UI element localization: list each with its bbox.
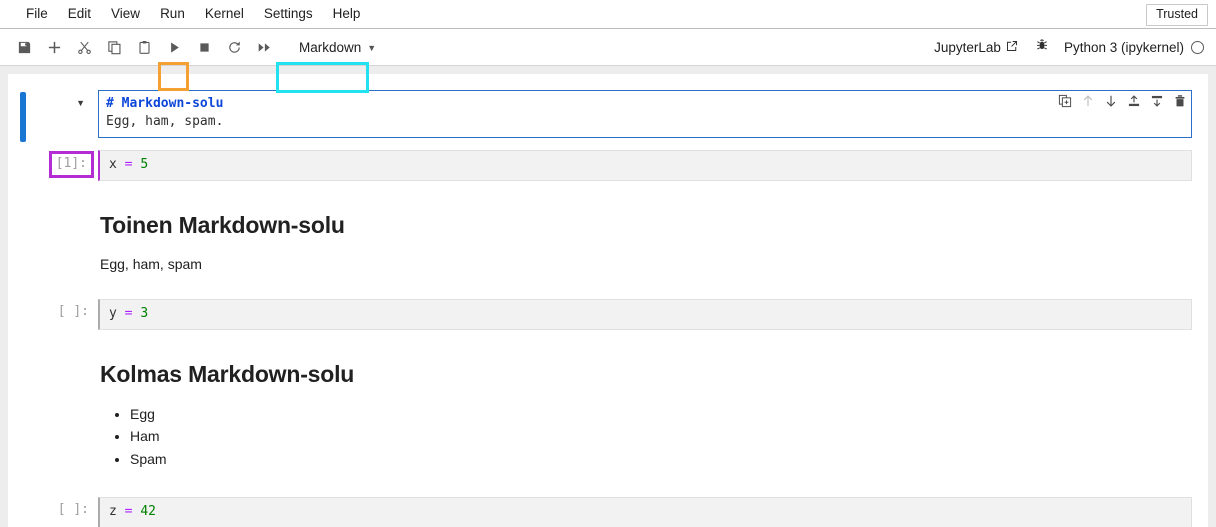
code-cell[interactable]: [ ]: y = 3: [8, 297, 1208, 332]
execution-count-prompt: [ ]:: [57, 303, 89, 319]
cut-button[interactable]: [70, 34, 98, 60]
copy-icon: [107, 40, 122, 55]
markdown-cell-editing[interactable]: ▼ # Markdown-solu Egg, ham, spam.: [8, 88, 1208, 142]
markdown-paragraph: Egg, ham, spam: [100, 255, 202, 272]
markdown-heading: Toinen Markdown-solu: [100, 212, 345, 238]
move-cell-down-icon[interactable]: [1104, 94, 1118, 108]
code-input-area[interactable]: x = 5: [98, 150, 1192, 181]
code-token-variable: y: [109, 305, 117, 321]
menu-item-file[interactable]: File: [16, 0, 58, 28]
cell-gutter: [1]:: [8, 150, 98, 181]
execution-count-prompt: [ ]:: [57, 501, 89, 517]
notebook-area: ▼ # Markdown-solu Egg, ham, spam. [1]: x…: [0, 66, 1216, 527]
code-cell[interactable]: [1]: x = 5: [8, 148, 1208, 183]
chevron-down-icon[interactable]: ▼: [76, 99, 85, 108]
code-input-area[interactable]: y = 3: [98, 298, 1192, 330]
cell-toolbar: [1058, 94, 1187, 108]
active-cell-indicator: [20, 92, 26, 142]
markdown-cell-rendered[interactable]: Kolmas Markdown-solu Egg Ham Spam: [8, 344, 1208, 481]
code-token-variable: x: [109, 157, 117, 172]
delete-cell-icon[interactable]: [1173, 94, 1187, 108]
fast-forward-icon: [257, 40, 272, 55]
square-icon: [197, 40, 212, 55]
code-cell[interactable]: [ ]: z = 42: [8, 495, 1208, 527]
stop-button[interactable]: [190, 34, 218, 60]
markdown-cell-rendered[interactable]: Toinen Markdown-solu Egg, ham, spam: [8, 195, 1208, 285]
list-item: Egg: [130, 403, 1192, 426]
trusted-badge[interactable]: Trusted: [1146, 4, 1208, 26]
kernel-idle-circle[interactable]: [1191, 40, 1204, 54]
menu-item-view[interactable]: View: [101, 0, 150, 28]
toolbar-right-group: JupyterLab Python 3 (ipykernel): [928, 38, 1206, 57]
menu-item-edit[interactable]: Edit: [58, 0, 101, 28]
cell-list: ▼ # Markdown-solu Egg, ham, spam. [1]: x…: [8, 74, 1208, 527]
scissors-icon: [77, 40, 92, 55]
copy-button[interactable]: [100, 34, 128, 60]
menu-item-help[interactable]: Help: [323, 0, 371, 28]
cell-type-dropdown[interactable]: Markdown ▼: [291, 34, 383, 60]
cell-gutter: [ ]:: [8, 497, 98, 527]
cell-gutter: [ ]:: [8, 299, 98, 330]
restart-button[interactable]: [220, 34, 248, 60]
bug-icon: [1035, 38, 1049, 57]
refresh-icon: [227, 40, 242, 55]
save-button[interactable]: [10, 34, 38, 60]
code-token-operator: =: [124, 305, 133, 321]
markdown-source-heading-line: # Markdown-solu: [106, 96, 224, 111]
code-token-number: 5: [140, 157, 149, 172]
list-item: Ham: [130, 425, 1192, 448]
markdown-source-editor[interactable]: # Markdown-solu Egg, ham, spam.: [98, 90, 1192, 138]
chevron-down-icon: ▼: [367, 42, 377, 53]
cell-type-value: Markdown: [299, 39, 362, 55]
clipboard-icon: [137, 40, 152, 55]
markdown-list: Egg Ham Spam: [100, 403, 1192, 471]
save-icon: [17, 40, 32, 55]
plus-icon: [47, 40, 62, 55]
insert-cell-below-icon[interactable]: [1150, 94, 1164, 108]
insert-cell-button[interactable]: [40, 34, 68, 60]
kernel-name-label[interactable]: Python 3 (ipykernel): [1060, 40, 1191, 55]
cell-gutter: [8, 346, 98, 479]
notebook-toolbar: Markdown ▼ JupyterLab Python 3 (ipykerne…: [0, 29, 1216, 93]
list-item: Spam: [130, 448, 1192, 471]
menu-item-run[interactable]: Run: [150, 0, 195, 28]
markdown-heading: Kolmas Markdown-solu: [100, 360, 355, 387]
code-token-number: 3: [140, 305, 149, 321]
menu-bar: File Edit View Run Kernel Settings Help …: [0, 0, 1216, 29]
notebook-panel: ▼ # Markdown-solu Egg, ham, spam. [1]: x…: [8, 74, 1208, 527]
code-token-number: 42: [140, 503, 156, 519]
duplicate-cell-icon[interactable]: [1058, 94, 1072, 108]
cell-gutter: [8, 197, 98, 283]
insert-cell-above-icon[interactable]: [1127, 94, 1141, 108]
jupyterlab-link[interactable]: JupyterLab: [928, 40, 1024, 55]
play-icon: [167, 40, 182, 55]
run-button[interactable]: [160, 34, 188, 60]
markdown-rendered-output: Toinen Markdown-solu Egg, ham, spam: [98, 197, 1192, 283]
restart-run-all-button[interactable]: [250, 34, 278, 60]
execution-count-prompt: [1]:: [48, 151, 94, 178]
markdown-rendered-output: Kolmas Markdown-solu Egg Ham Spam: [98, 346, 1192, 479]
move-cell-up-icon[interactable]: [1081, 94, 1095, 108]
code-token-operator: =: [124, 503, 133, 519]
markdown-source-body-line: Egg, ham, spam.: [106, 114, 224, 129]
jupyterlab-label: JupyterLab: [934, 39, 1001, 55]
code-token-variable: z: [109, 503, 117, 519]
code-input-area[interactable]: z = 42: [98, 496, 1192, 527]
debugger-button[interactable]: [1024, 38, 1060, 57]
code-token-operator: =: [124, 157, 133, 172]
menu-item-settings[interactable]: Settings: [254, 0, 323, 28]
external-link-icon: [1006, 40, 1018, 55]
paste-button[interactable]: [130, 34, 158, 60]
menu-item-kernel[interactable]: Kernel: [195, 0, 254, 28]
